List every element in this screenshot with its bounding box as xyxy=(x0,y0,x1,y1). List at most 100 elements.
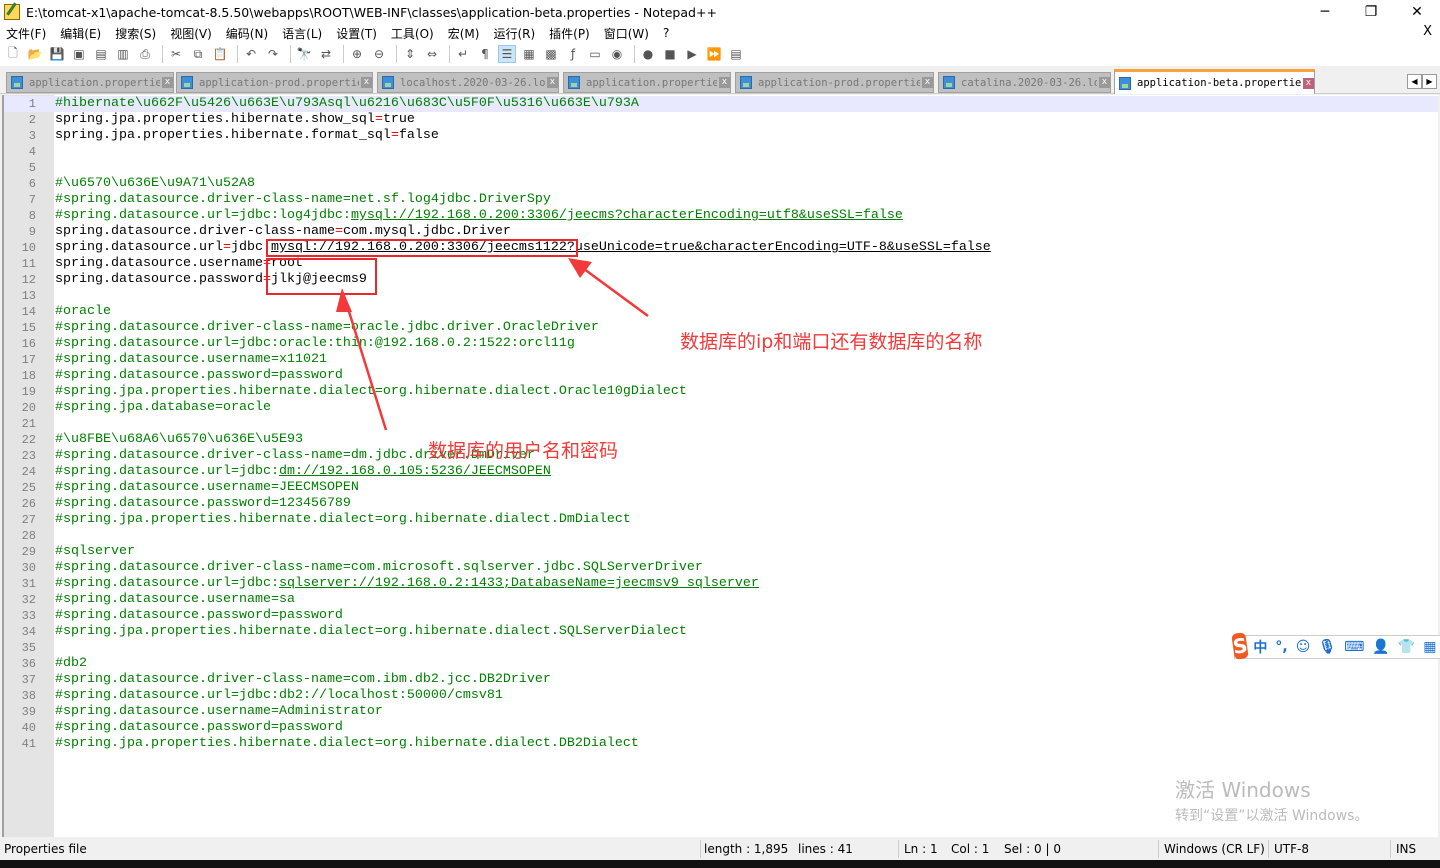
code-line[interactable]: 28 xyxy=(4,528,1438,544)
status-encoding[interactable]: UTF-8 xyxy=(1274,842,1309,856)
menu-item[interactable]: 编辑(E) xyxy=(60,25,101,42)
code-line[interactable]: 12 spring.datasource.password=jlkj@jeecms… xyxy=(4,272,1438,288)
line-text[interactable]: spring.jpa.properties.hibernate.show_sql… xyxy=(55,112,415,128)
status-eol[interactable]: Windows (CR LF) xyxy=(1164,842,1265,856)
print-icon[interactable]: ⎙ xyxy=(136,45,154,63)
code-line[interactable]: 22 #\u8FBE\u68A6\u6570\u636E\u5E93 xyxy=(4,432,1438,448)
code-line[interactable]: 27 #spring.jpa.properties.hibernate.diale… xyxy=(4,512,1438,528)
close-button[interactable]: ✕ xyxy=(1394,0,1440,24)
line-text[interactable]: #spring.jpa.properties.hibernate.dialect… xyxy=(55,736,639,752)
code-line[interactable]: 10 spring.datasource.url=jdbc:mysql://192… xyxy=(4,240,1438,256)
monitor-icon[interactable]: ◉ xyxy=(608,45,626,63)
ime-button-icon[interactable]: 👕 xyxy=(1398,639,1415,655)
ime-button-icon[interactable]: 👤 xyxy=(1372,639,1389,655)
line-text[interactable]: #spring.datasource.username=x11021 xyxy=(55,352,327,368)
word-wrap-icon[interactable]: ↵ xyxy=(454,45,472,63)
line-text[interactable]: #hibernate\u662F\u5426\u663E\u793Asql\u6… xyxy=(55,96,639,112)
ime-button-icon[interactable]: °, xyxy=(1275,639,1287,655)
menu-item[interactable]: ? xyxy=(663,26,669,40)
code-line[interactable]: 3 spring.jpa.properties.hibernate.format_… xyxy=(4,128,1438,144)
line-text[interactable]: #spring.datasource.url=jdbc:log4jdbc:mys… xyxy=(55,208,903,224)
tab-close-icon[interactable]: x xyxy=(547,77,558,88)
stop-record-icon[interactable]: ■ xyxy=(661,45,679,63)
tab-document[interactable]: localhost.2020-03-26.log x xyxy=(377,72,559,93)
sogou-logo-icon[interactable]: S xyxy=(1231,632,1250,660)
code-line[interactable]: 24 #spring.datasource.url=jdbc:dm://192.1… xyxy=(4,464,1438,480)
line-text[interactable]: #spring.datasource.password=password xyxy=(55,608,343,624)
code-line[interactable]: 23 #spring.datasource.driver-class-name=d… xyxy=(4,448,1438,464)
line-text[interactable]: #spring.datasource.driver-class-name=ora… xyxy=(55,320,599,336)
code-line[interactable]: 17 #spring.datasource.username=x11021 xyxy=(4,352,1438,368)
line-text[interactable]: #spring.datasource.url=jdbc:oracle:thin:… xyxy=(55,336,575,352)
find-icon[interactable]: 🔭 xyxy=(295,45,313,63)
line-text[interactable]: #spring.datasource.password=password xyxy=(55,368,343,384)
close-document-button[interactable]: X xyxy=(1423,24,1432,39)
ime-button-icon[interactable]: ⌨ xyxy=(1344,639,1364,655)
tab-close-icon[interactable]: x xyxy=(1303,77,1314,89)
ime-button-icon[interactable]: 中 xyxy=(1253,637,1267,657)
line-text[interactable]: spring.jpa.properties.hibernate.format_s… xyxy=(55,128,439,144)
code-line[interactable]: 5 xyxy=(4,160,1438,176)
line-text[interactable]: #\u6570\u636E\u9A71\u52A8 xyxy=(55,176,255,192)
code-line[interactable]: 21 xyxy=(4,416,1438,432)
code-line[interactable]: 4 xyxy=(4,144,1438,160)
menu-item[interactable]: 工具(O) xyxy=(391,25,434,42)
code-line[interactable]: 31 #spring.datasource.url=jdbc:sqlserver:… xyxy=(4,576,1438,592)
tab-close-icon[interactable]: x xyxy=(162,77,173,88)
undo-icon[interactable]: ↶ xyxy=(242,45,260,63)
line-text[interactable]: #oracle xyxy=(55,304,111,320)
replace-icon[interactable]: ⇄ xyxy=(317,45,335,63)
line-text[interactable]: #spring.datasource.url=jdbc:db2://localh… xyxy=(55,688,503,704)
line-text[interactable]: #spring.jpa.database=oracle xyxy=(55,400,271,416)
code-line[interactable]: 38 #spring.datasource.url=jdbc:db2://loca… xyxy=(4,688,1438,704)
tab-close-icon[interactable]: x xyxy=(719,77,730,88)
line-text[interactable]: #spring.datasource.username=Administrato… xyxy=(55,704,383,720)
line-text[interactable]: #\u8FBE\u68A6\u6570\u636E\u5E93 xyxy=(55,432,303,448)
menu-item[interactable]: 插件(P) xyxy=(549,25,590,42)
menu-item[interactable]: 运行(R) xyxy=(493,25,535,42)
udl-icon[interactable]: ▦ xyxy=(520,45,538,63)
editor[interactable]: 1 #hibernate\u662F\u5426\u663E\u793Asql\u… xyxy=(2,95,1438,837)
tab-close-icon[interactable]: x xyxy=(361,77,372,88)
menu-item[interactable]: 窗口(W) xyxy=(604,25,649,42)
code-line[interactable]: 41 #spring.jpa.properties.hibernate.diale… xyxy=(4,736,1438,752)
new-file-icon[interactable]: 🗋 xyxy=(4,45,22,63)
code-line[interactable]: 25 #spring.datasource.username=JEECMSOPEN xyxy=(4,480,1438,496)
code-line[interactable]: 6 #\u6570\u636E\u9A71\u52A8 xyxy=(4,176,1438,192)
line-text[interactable]: spring.datasource.driver-class-name=com.… xyxy=(55,224,511,240)
code-line[interactable]: 26 #spring.datasource.password=123456789 xyxy=(4,496,1438,512)
code-line[interactable]: 35 xyxy=(4,640,1438,656)
line-text[interactable]: #spring.datasource.driver-class-name=com… xyxy=(55,560,703,576)
menu-item[interactable]: 文件(F) xyxy=(6,25,46,42)
code-line[interactable]: 36 #db2 xyxy=(4,656,1438,672)
code-line[interactable]: 13 xyxy=(4,288,1438,304)
code-line[interactable]: 30 #spring.datasource.driver-class-name=c… xyxy=(4,560,1438,576)
menu-item[interactable]: 设置(T) xyxy=(336,25,377,42)
close-icon[interactable]: ▤ xyxy=(92,45,110,63)
line-text[interactable]: #sqlserver xyxy=(55,544,135,560)
sync-h-icon[interactable]: ⇔ xyxy=(423,45,441,63)
line-text[interactable]: #spring.jpa.properties.hibernate.dialect… xyxy=(55,384,687,400)
zoom-in-icon[interactable]: ⊕ xyxy=(348,45,366,63)
folder-workspace-icon[interactable]: ▭ xyxy=(586,45,604,63)
paste-icon[interactable]: 📋 xyxy=(211,45,229,63)
show-all-chars-icon[interactable]: ¶ xyxy=(476,45,494,63)
menu-item[interactable]: 语言(L) xyxy=(282,25,322,42)
code-line[interactable]: 2 spring.jpa.properties.hibernate.show_sq… xyxy=(4,112,1438,128)
line-text[interactable]: #spring.datasource.driver-class-name=com… xyxy=(55,672,551,688)
run-macro-multiple-icon[interactable]: ⏩ xyxy=(705,45,723,63)
tab-document[interactable]: catalina.2020-03-26.log x xyxy=(938,72,1111,93)
code-line[interactable]: 32 #spring.datasource.username=sa xyxy=(4,592,1438,608)
code-line[interactable]: 1 #hibernate\u662F\u5426\u663E\u793Asql\u… xyxy=(4,96,1438,112)
code-line[interactable]: 29 #sqlserver xyxy=(4,544,1438,560)
line-text[interactable]: #spring.datasource.password=password xyxy=(55,720,343,736)
maximize-button[interactable]: ❐ xyxy=(1348,0,1394,24)
code-line[interactable]: 33 #spring.datasource.password=password xyxy=(4,608,1438,624)
indent-guide-icon[interactable]: ☰ xyxy=(498,45,516,63)
redo-icon[interactable]: ↷ xyxy=(264,45,282,63)
minimize-button[interactable]: ─ xyxy=(1302,0,1348,24)
ime-toolbar[interactable]: S 中 °, ☺ 🎙 ⌨ 👤 👕 ▦ xyxy=(1231,632,1440,660)
code-line[interactable]: 37 #spring.datasource.driver-class-name=c… xyxy=(4,672,1438,688)
menu-item[interactable]: 编码(N) xyxy=(226,25,268,42)
tab-close-icon[interactable]: x xyxy=(922,77,933,88)
